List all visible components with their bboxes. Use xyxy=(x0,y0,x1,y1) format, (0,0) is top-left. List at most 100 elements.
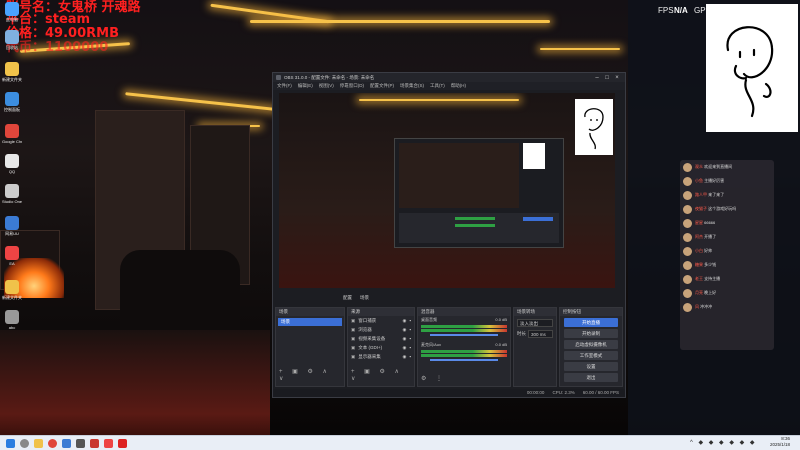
menu-help[interactable]: 帮助(H) xyxy=(451,83,466,89)
lock-icon[interactable]: ▪ xyxy=(409,354,411,359)
menu-view[interactable]: 视图(V) xyxy=(319,83,334,89)
transitions-dock-title: 场景转场 xyxy=(514,308,556,316)
lock-icon[interactable]: ▪ xyxy=(409,327,411,332)
chat-text: 星星 66666 xyxy=(695,220,715,226)
windows-taskbar: ^ ◆ ◆ ◆ ◆ ◆ ◆ 8:36 2025/1/18 xyxy=(0,435,800,450)
visibility-eye-icon[interactable]: ◉ xyxy=(402,327,406,333)
audio-mixer-dock: 混音器 桌面音频 0.0 dB 麦克风/Aux 0.0 dB ⚙ ⋮ xyxy=(417,307,511,387)
desktop-icon-label: 此电脑 xyxy=(6,17,18,22)
desktop-icon[interactable]: Google Chrome xyxy=(2,124,22,144)
desktop-icon[interactable]: 网易UU xyxy=(2,216,22,237)
chat-body: 晚上好 xyxy=(704,290,717,295)
menu-scene-collection[interactable]: 场景集合(S) xyxy=(400,83,424,89)
desktop-icon[interactable]: 新建文件夹 xyxy=(2,62,22,83)
scene-toolbar[interactable]: + ▣ ⚙ ∧ ∨ xyxy=(279,368,344,382)
edge-icon[interactable] xyxy=(62,439,71,448)
desktop-volume-slider[interactable] xyxy=(430,334,498,336)
scene-item[interactable]: 场景 xyxy=(278,318,342,326)
search-icon[interactable] xyxy=(20,439,29,448)
exit-button[interactable]: 退出 xyxy=(564,373,618,382)
chrome-icon[interactable] xyxy=(48,439,57,448)
desktop-icon[interactable]: EA xyxy=(2,246,22,266)
desktop-icon-label: 新建文件夹 xyxy=(2,295,22,300)
desktop-icon-glyph xyxy=(5,92,19,106)
chat-text: 糖果 多少钱 xyxy=(695,262,716,268)
source-row[interactable]: ▣ 窗口捕获 ◉ ▪ xyxy=(348,316,414,325)
visibility-eye-icon[interactable]: ◉ xyxy=(402,354,406,360)
app-icon-3[interactable] xyxy=(118,439,127,448)
status-fps: 60.00 / 60.00 FPS xyxy=(582,390,619,395)
app-icon[interactable] xyxy=(90,439,99,448)
source-row[interactable]: ▣ 文本 (GDI+) ◉ ▪ xyxy=(348,343,414,352)
mixer-track-desktop: 桌面音频 xyxy=(421,317,437,322)
desktop-icon-label: abc xyxy=(8,325,16,330)
obs-taskbar-icon[interactable] xyxy=(76,439,85,448)
minimize-icon[interactable]: – xyxy=(592,75,602,81)
lock-icon[interactable]: ▪ xyxy=(409,318,411,323)
chat-username: 风 xyxy=(695,304,699,309)
source-toolbar[interactable]: + ▣ ⚙ ∧ ∨ xyxy=(351,368,414,382)
menu-tools[interactable]: 工具(T) xyxy=(430,83,445,89)
obs-app-icon xyxy=(276,75,281,80)
start-recording-button[interactable]: 开始录制 xyxy=(564,329,618,338)
chat-body: 冲冲冲 xyxy=(700,304,713,309)
scenes-dock: 场景 场景 + ▣ ⚙ ∧ ∨ xyxy=(275,307,345,387)
desktop-icon-label: EA xyxy=(9,261,15,266)
tab-profile[interactable]: 配置 xyxy=(343,295,352,301)
source-row[interactable]: ▣ 显示器采集 ◉ ▪ xyxy=(348,352,414,361)
fps-label: FPS xyxy=(658,6,674,15)
mic-volume-slider[interactable] xyxy=(430,359,498,361)
clock-date: 2025/1/18 xyxy=(770,442,791,447)
nested-obs-preview xyxy=(394,138,564,248)
desktop-icon[interactable]: Studio One 2 xyxy=(2,184,22,204)
menu-edit[interactable]: 编辑(E) xyxy=(298,83,313,89)
studio-mode-button[interactable]: 工作室模式 xyxy=(564,351,618,360)
visibility-eye-icon[interactable]: ◉ xyxy=(402,345,406,351)
source-label: 文本 (GDI+) xyxy=(358,344,383,350)
menu-docks[interactable]: 停靠窗口(D) xyxy=(340,83,364,89)
close-icon[interactable]: × xyxy=(612,75,622,81)
chat-avatar xyxy=(683,302,692,312)
duration-input[interactable]: 300 ms xyxy=(528,330,553,338)
obs-preview[interactable] xyxy=(279,93,615,288)
clock[interactable]: 8:36 2025/1/18 xyxy=(770,436,790,448)
chat-message: 星星 66666 xyxy=(680,216,774,230)
visibility-eye-icon[interactable]: ◉ xyxy=(402,336,406,342)
source-row[interactable]: ▣ 浏览器 ◉ ▪ xyxy=(348,325,414,334)
start-icon[interactable] xyxy=(6,439,15,448)
app-icon-2[interactable] xyxy=(104,439,113,448)
start-virtual-camera-button[interactable]: 启动虚拟摄像机 xyxy=(564,340,618,349)
visibility-eye-icon[interactable]: ◉ xyxy=(402,318,406,324)
maximize-icon[interactable]: □ xyxy=(602,75,612,81)
chat-message: 路人甲 来了来了 xyxy=(680,188,774,202)
chat-message: 夜猫子 这个游戏好玩吗 xyxy=(680,202,774,216)
chat-text: 风 冲冲冲 xyxy=(695,304,712,310)
lock-icon[interactable]: ▪ xyxy=(409,336,411,341)
desktop-icon[interactable]: QQ xyxy=(2,154,22,174)
chat-message: 风 冲冲冲 xyxy=(680,300,774,314)
source-type-icon: ▣ xyxy=(351,326,356,332)
obs-window: OBS 31.0.0 - 配置文件: 未命名 - 场景: 未命名 – □ × 文… xyxy=(272,72,626,398)
settings-button[interactable]: 设置 xyxy=(564,362,618,371)
mixer-toolbar[interactable]: ⚙ ⋮ xyxy=(421,375,446,382)
desktop-icon[interactable]: 回收站 xyxy=(2,30,22,51)
chat-avatar xyxy=(683,260,692,270)
status-time: 00:00:00 xyxy=(526,390,545,395)
source-row[interactable]: ▣ 视频采集设备 ◉ ▪ xyxy=(348,334,414,343)
menu-file[interactable]: 文件(F) xyxy=(277,83,292,89)
transition-type-select[interactable]: 淡入淡出 xyxy=(517,319,553,327)
desktop-icon[interactable]: abc xyxy=(2,310,22,330)
desktop-icon[interactable]: 控制面板 xyxy=(2,92,22,113)
desktop-icon-label: 控制面板 xyxy=(4,107,20,112)
lock-icon[interactable]: ▪ xyxy=(409,345,411,350)
tab-scenes[interactable]: 场景 xyxy=(360,295,369,301)
chat-text: 小白 好帅 xyxy=(695,248,712,254)
menu-profile[interactable]: 配置文件(P) xyxy=(370,83,394,89)
file-explorer-icon[interactable] xyxy=(34,439,43,448)
start-streaming-button[interactable]: 开始直播 xyxy=(564,318,618,327)
system-tray-icons[interactable]: ^ ◆ ◆ ◆ ◆ ◆ ◆ xyxy=(690,439,757,446)
source-type-icon: ▣ xyxy=(351,335,356,341)
desktop-icon[interactable]: 新建文件夹 xyxy=(2,280,22,301)
desktop-icon[interactable]: 此电脑 xyxy=(2,2,22,23)
controls-dock: 控制按钮 开始直播 开始录制 启动虚拟摄像机 工作室模式 设置 退出 xyxy=(559,307,623,387)
